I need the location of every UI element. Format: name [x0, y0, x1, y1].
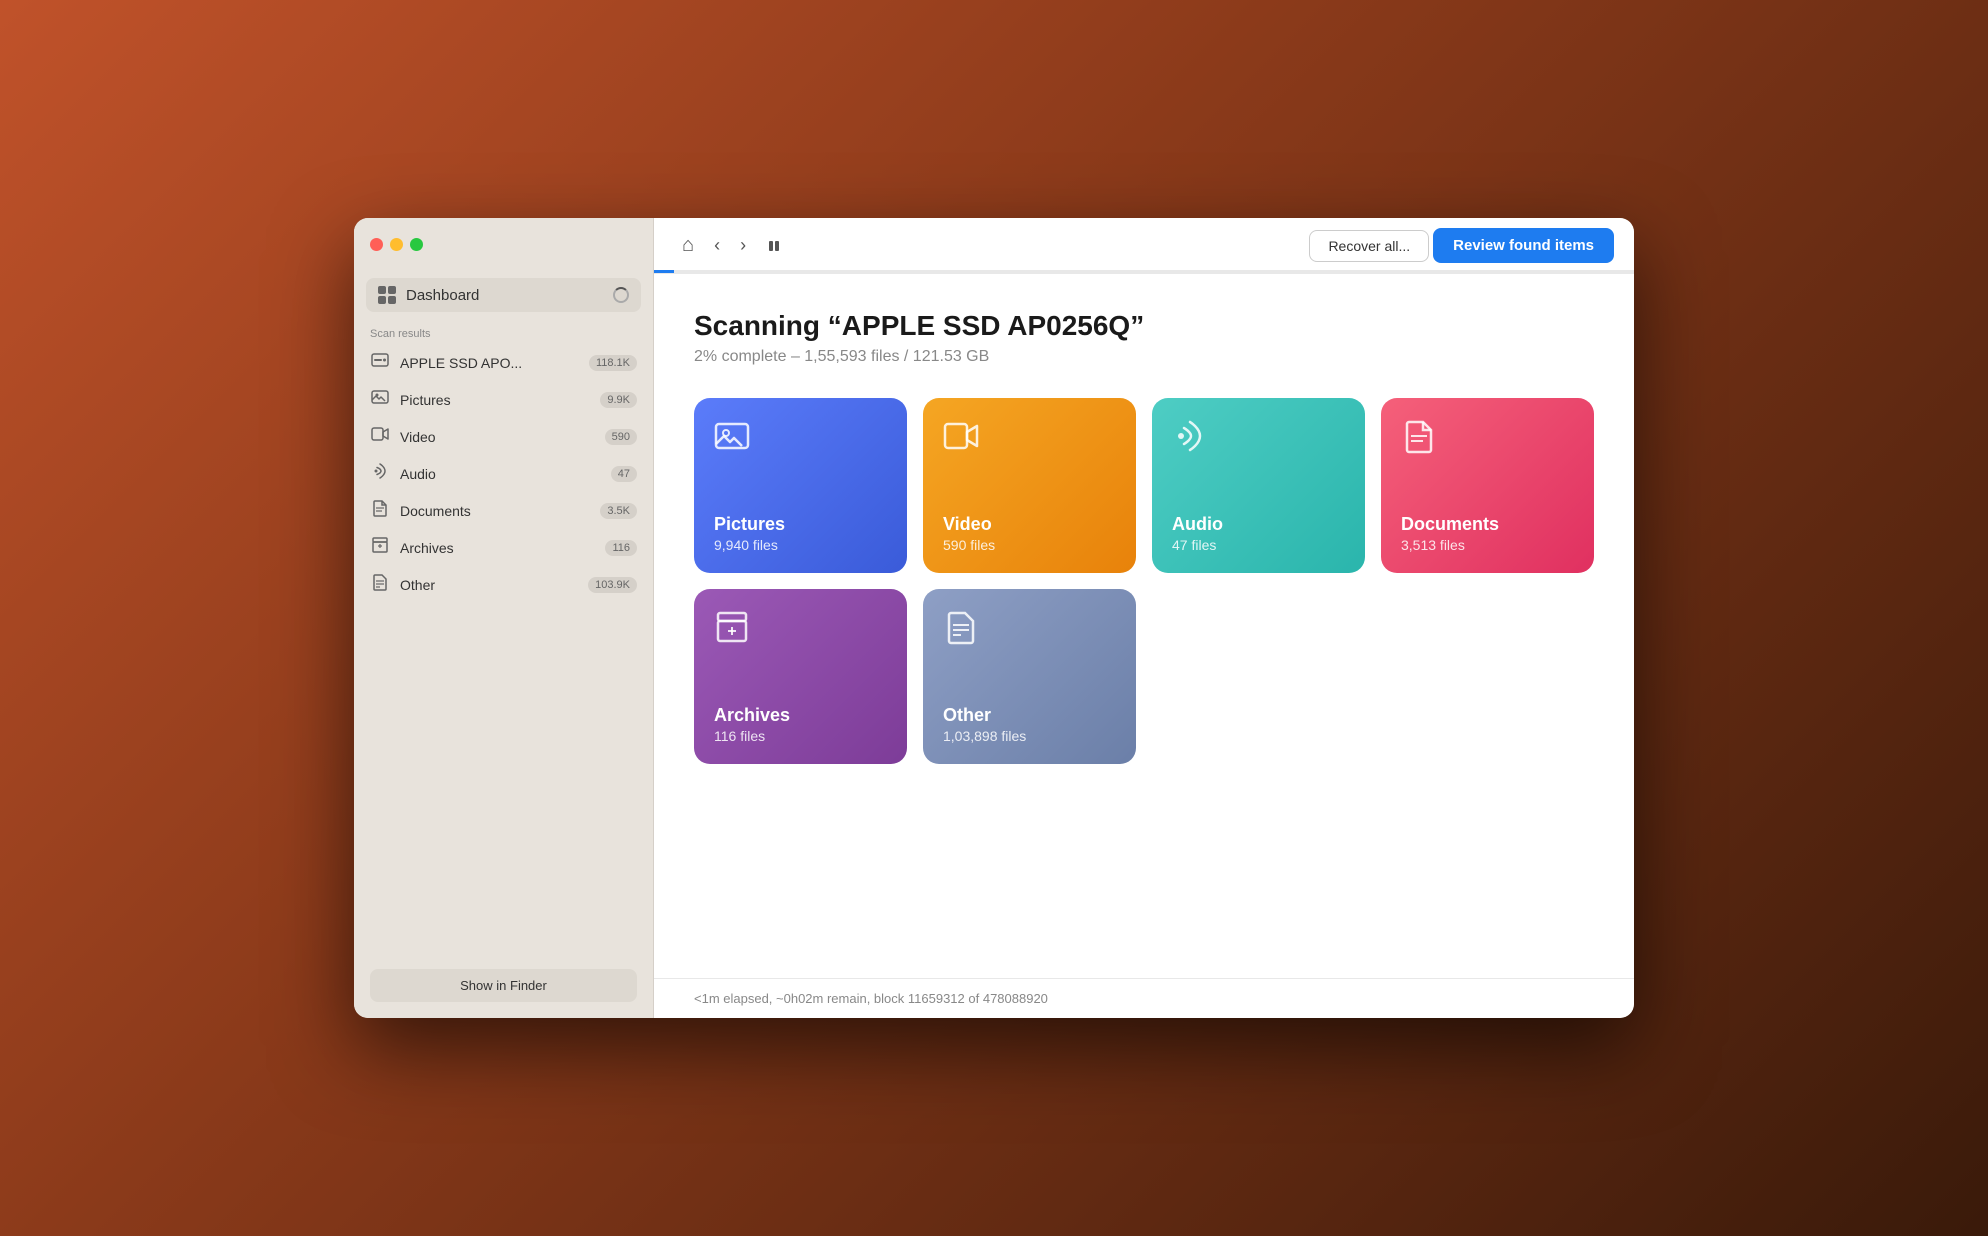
sidebar-item-name-archives: Archives: [400, 540, 595, 556]
forward-button[interactable]: ›: [732, 229, 754, 262]
card-count-audio: 47 files: [1172, 537, 1345, 553]
sidebar-item-name-other: Other: [400, 577, 578, 593]
sidebar-item-name-pictures: Pictures: [400, 392, 590, 408]
sidebar-item-documents[interactable]: Documents 3.5K: [354, 492, 653, 529]
sidebar: Dashboard Scan results APPLE SSD APO... …: [354, 218, 654, 1018]
dashboard-label: Dashboard: [406, 287, 603, 304]
card-title-other: Other: [943, 705, 1116, 726]
scan-subtitle: 2% complete – 1,55,593 files / 121.53 GB: [694, 348, 1594, 366]
scan-results-label: Scan results: [354, 320, 653, 344]
sidebar-badge-pictures: 9.9K: [600, 392, 637, 408]
back-button[interactable]: ‹: [706, 229, 728, 262]
sidebar-item-name-video: Video: [400, 429, 595, 445]
traffic-lights: [370, 238, 423, 251]
card-count-documents: 3,513 files: [1401, 537, 1574, 553]
maximize-button[interactable]: [410, 238, 423, 251]
video-icon: [370, 425, 390, 448]
sidebar-item-other[interactable]: Other 103.9K: [354, 566, 653, 603]
other-icon: [370, 573, 390, 596]
documents-icon: [370, 499, 390, 522]
status-bar: <1m elapsed, ~0h02m remain, block 116593…: [654, 978, 1634, 1018]
review-found-items-button[interactable]: Review found items: [1433, 228, 1614, 263]
sidebar-badge-apple-ssd: 118.1K: [589, 355, 637, 371]
sidebar-item-audio[interactable]: Audio 47: [354, 455, 653, 492]
progress-bar-container: [654, 270, 1634, 273]
pictures-icon: [370, 388, 390, 411]
card-count-archives: 116 files: [714, 728, 887, 744]
card-title-audio: Audio: [1172, 514, 1345, 535]
cards-grid: Pictures 9,940 files Video 590 files: [694, 398, 1594, 764]
archives-card-icon: [714, 609, 750, 654]
card-count-pictures: 9,940 files: [714, 537, 887, 553]
audio-card-icon: [1172, 418, 1208, 463]
titlebar: [354, 218, 653, 270]
home-button[interactable]: ⌂: [674, 228, 702, 263]
card-video[interactable]: Video 590 files: [923, 398, 1136, 573]
recover-all-button[interactable]: Recover all...: [1309, 230, 1429, 262]
close-button[interactable]: [370, 238, 383, 251]
audio-icon: [370, 462, 390, 485]
sidebar-item-name-audio: Audio: [400, 466, 601, 482]
card-title-documents: Documents: [1401, 514, 1574, 535]
progress-bar-fill: [654, 270, 674, 273]
minimize-button[interactable]: [390, 238, 403, 251]
sidebar-item-name-documents: Documents: [400, 503, 590, 519]
sidebar-item-pictures[interactable]: Pictures 9.9K: [354, 381, 653, 418]
sidebar-item-name-apple-ssd: APPLE SSD APO...: [400, 355, 579, 371]
card-pictures[interactable]: Pictures 9,940 files: [694, 398, 907, 573]
toolbar: ⌂ ‹ › Recover all... Review found items: [654, 218, 1634, 274]
card-title-video: Video: [943, 514, 1116, 535]
sidebar-item-archives[interactable]: Archives 116: [354, 529, 653, 566]
show-in-finder-button[interactable]: Show in Finder: [370, 969, 637, 1002]
archives-icon: [370, 536, 390, 559]
other-card-icon: [943, 609, 979, 654]
drive-icon: [370, 351, 390, 374]
scan-title: Scanning “APPLE SSD AP0256Q”: [694, 310, 1594, 342]
dashboard-button[interactable]: Dashboard: [366, 278, 641, 312]
loading-spinner: [613, 287, 629, 303]
sidebar-badge-audio: 47: [611, 466, 637, 482]
sidebar-item-video[interactable]: Video 590: [354, 418, 653, 455]
card-other[interactable]: Other 1,03,898 files: [923, 589, 1136, 764]
sidebar-badge-archives: 116: [605, 540, 637, 556]
card-audio[interactable]: Audio 47 files: [1152, 398, 1365, 573]
pictures-card-icon: [714, 418, 750, 463]
documents-card-icon: [1401, 418, 1437, 463]
video-card-icon: [943, 418, 979, 463]
card-title-pictures: Pictures: [714, 514, 887, 535]
sidebar-badge-video: 590: [605, 429, 637, 445]
sidebar-item-apple-ssd[interactable]: APPLE SSD APO... 118.1K: [354, 344, 653, 381]
dashboard-icon: [378, 286, 396, 304]
card-documents[interactable]: Documents 3,513 files: [1381, 398, 1594, 573]
card-count-other: 1,03,898 files: [943, 728, 1116, 744]
app-window: Dashboard Scan results APPLE SSD APO... …: [354, 218, 1634, 1018]
sidebar-badge-documents: 3.5K: [600, 503, 637, 519]
card-count-video: 590 files: [943, 537, 1116, 553]
card-title-archives: Archives: [714, 705, 887, 726]
content-area: Scanning “APPLE SSD AP0256Q” 2% complete…: [654, 274, 1634, 978]
main-content: ⌂ ‹ › Recover all... Review found items …: [654, 218, 1634, 1018]
card-archives[interactable]: Archives 116 files: [694, 589, 907, 764]
sidebar-badge-other: 103.9K: [588, 577, 637, 593]
pause-button[interactable]: [758, 232, 790, 260]
